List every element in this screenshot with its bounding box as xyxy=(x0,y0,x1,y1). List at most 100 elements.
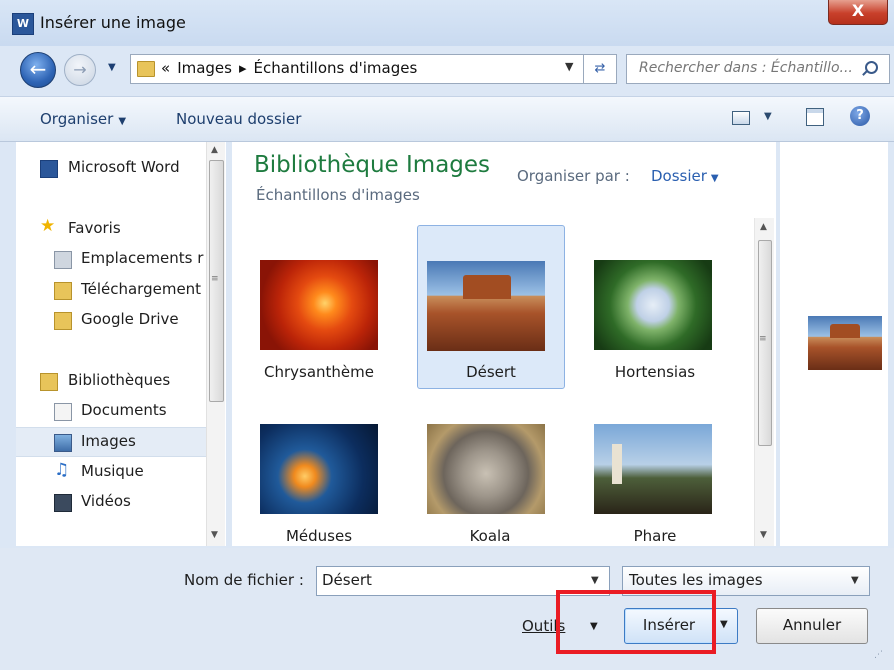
filename-label: Nom de fichier : xyxy=(184,571,304,589)
thumbnail-image xyxy=(427,424,545,514)
thumbnail-image xyxy=(260,260,378,350)
chevron-down-icon[interactable]: ▼ xyxy=(851,575,859,586)
star-icon: ★ xyxy=(40,216,56,236)
library-subtitle: Échantillons d'images xyxy=(256,186,420,204)
nav-item-videos[interactable]: Vidéos xyxy=(16,488,206,516)
nav-item-documents[interactable]: Documents xyxy=(16,397,206,425)
breadcrumb-images[interactable]: Images xyxy=(177,59,232,77)
forward-button[interactable]: → xyxy=(64,54,96,86)
preview-pane-icon[interactable] xyxy=(806,108,824,126)
organize-menu[interactable]: Organiser ▼ xyxy=(40,110,126,128)
music-icon: ♫ xyxy=(54,460,70,480)
address-bar[interactable]: « Images ▸ Échantillons d'images ▼ xyxy=(130,54,584,84)
scroll-up-icon[interactable]: ▲ xyxy=(760,222,767,232)
grip-icon: ≡ xyxy=(211,274,219,284)
recent-pages-dropdown[interactable]: ▼ xyxy=(108,63,120,73)
command-bar: Organiser ▼ Nouveau dossier ▼ ? xyxy=(0,96,894,142)
file-tile-phare[interactable]: Phare xyxy=(582,390,728,546)
filename-value: Désert xyxy=(322,571,372,589)
nav-item-music[interactable]: ♫ Musique xyxy=(16,458,206,486)
nav-item-label: Microsoft Word xyxy=(68,158,180,176)
insert-options-dropdown[interactable]: ▼ xyxy=(714,608,738,644)
change-view-icon[interactable] xyxy=(732,111,750,125)
library-title: Bibliothèque Images xyxy=(254,152,491,178)
help-icon[interactable]: ? xyxy=(850,106,870,126)
preview-pane xyxy=(780,142,888,546)
file-name: Chrysanthème xyxy=(264,363,374,381)
resize-grip-icon[interactable]: ⋰ xyxy=(874,650,888,664)
file-name: Hortensias xyxy=(614,363,696,381)
refresh-button[interactable]: ⇄ xyxy=(584,54,617,84)
highlight-box xyxy=(556,590,716,654)
nav-item-favorites[interactable]: ★ Favoris xyxy=(16,215,206,243)
nav-item-microsoft-word[interactable]: Microsoft Word xyxy=(16,154,206,182)
breadcrumb: « Images ▸ Échantillons d'images xyxy=(161,59,424,77)
preview-image xyxy=(808,316,882,370)
file-name: Méduses xyxy=(285,527,353,545)
arrange-by-label: Organiser par : xyxy=(517,167,630,185)
insert-image-dialog: W Insérer une image X ← → ▼ « Images ▸ Écha… xyxy=(0,0,894,670)
breadcrumb-samples[interactable]: Échantillons d'images xyxy=(254,59,418,77)
file-tile-chrysantheme[interactable]: Chrysanthème xyxy=(246,226,392,388)
nav-item-images[interactable]: Images xyxy=(16,427,206,457)
images-icon xyxy=(54,434,72,452)
libraries-icon xyxy=(40,373,58,391)
thumbnail-image xyxy=(427,261,545,351)
chevron-down-icon: ▼ xyxy=(710,173,719,184)
folder-icon xyxy=(137,61,155,77)
nav-item-downloads[interactable]: Téléchargement xyxy=(16,276,206,304)
scroll-down-icon[interactable]: ▼ xyxy=(211,530,218,540)
chevron-down-icon: ▼ xyxy=(118,116,127,127)
documents-icon xyxy=(54,403,72,421)
navigation-pane: Microsoft Word ★ Favoris Emplacements r … xyxy=(16,142,226,546)
videos-icon xyxy=(54,494,72,512)
file-tile-meduses[interactable]: Méduses xyxy=(246,390,392,546)
close-button[interactable]: X xyxy=(828,0,888,25)
file-tile-koala[interactable]: Koala xyxy=(417,390,563,546)
nav-item-label: Google Drive xyxy=(81,310,179,328)
thumbnail-image xyxy=(594,424,712,514)
back-button[interactable]: ← xyxy=(20,52,56,88)
nav-item-libraries[interactable]: Bibliothèques xyxy=(16,367,206,395)
breadcrumb-overflow[interactable]: « xyxy=(161,59,170,77)
arrange-by-dropdown[interactable]: Dossier ▼ xyxy=(651,167,719,185)
downloads-icon xyxy=(54,282,72,300)
search-icon[interactable] xyxy=(865,61,878,74)
chevron-down-icon[interactable]: ▼ xyxy=(591,575,599,586)
file-tile-hortensias[interactable]: Hortensias xyxy=(582,226,728,388)
google-drive-icon xyxy=(54,312,72,330)
nav-item-recent-places[interactable]: Emplacements r xyxy=(16,245,206,273)
search-placeholder: Rechercher dans : Échantillo... xyxy=(639,60,853,76)
nav-item-google-drive[interactable]: Google Drive xyxy=(16,306,206,334)
thumbnail-image xyxy=(594,260,712,350)
address-dropdown[interactable]: ▼ xyxy=(565,60,573,73)
grip-icon: ≡ xyxy=(759,334,767,344)
filetype-value: Toutes les images xyxy=(629,571,763,589)
file-name: Désert xyxy=(466,363,516,381)
cancel-label: Annuler xyxy=(782,616,842,634)
title-bar: W Insérer une image X xyxy=(0,0,894,46)
thumbnail-image xyxy=(260,424,378,514)
file-tile-desert[interactable]: Désert xyxy=(417,225,565,389)
new-folder-button[interactable]: Nouveau dossier xyxy=(176,110,301,128)
window-title: Insérer une image xyxy=(40,13,186,32)
file-name: Koala xyxy=(469,527,511,545)
breadcrumb-separator[interactable]: ▸ xyxy=(239,59,247,77)
organize-label: Organiser xyxy=(40,110,114,128)
nav-item-label: Musique xyxy=(81,462,144,480)
nav-item-label: Images xyxy=(81,432,136,450)
nav-scrollbar[interactable]: ▲ ≡ ▼ xyxy=(206,142,225,546)
search-input[interactable]: Rechercher dans : Échantillo... xyxy=(626,54,890,84)
scroll-up-icon[interactable]: ▲ xyxy=(211,145,218,155)
word-icon xyxy=(40,160,58,178)
file-list-scrollbar[interactable]: ▲ ≡ ▼ xyxy=(754,218,774,546)
nav-item-label: Favoris xyxy=(68,219,121,237)
view-options-dropdown[interactable]: ▼ xyxy=(764,111,772,122)
file-list: Bibliothèque Images Échantillons d'image… xyxy=(232,142,776,546)
scroll-down-icon[interactable]: ▼ xyxy=(760,530,767,540)
chevron-down-icon: ▼ xyxy=(720,619,728,630)
address-row: ← → ▼ «Images ▸ Échantillons d'images ▼ ⇄ … xyxy=(0,46,894,92)
cancel-button[interactable]: Annuler xyxy=(756,608,868,644)
file-name: Phare xyxy=(633,527,677,545)
nav-item-label: Documents xyxy=(81,401,167,419)
